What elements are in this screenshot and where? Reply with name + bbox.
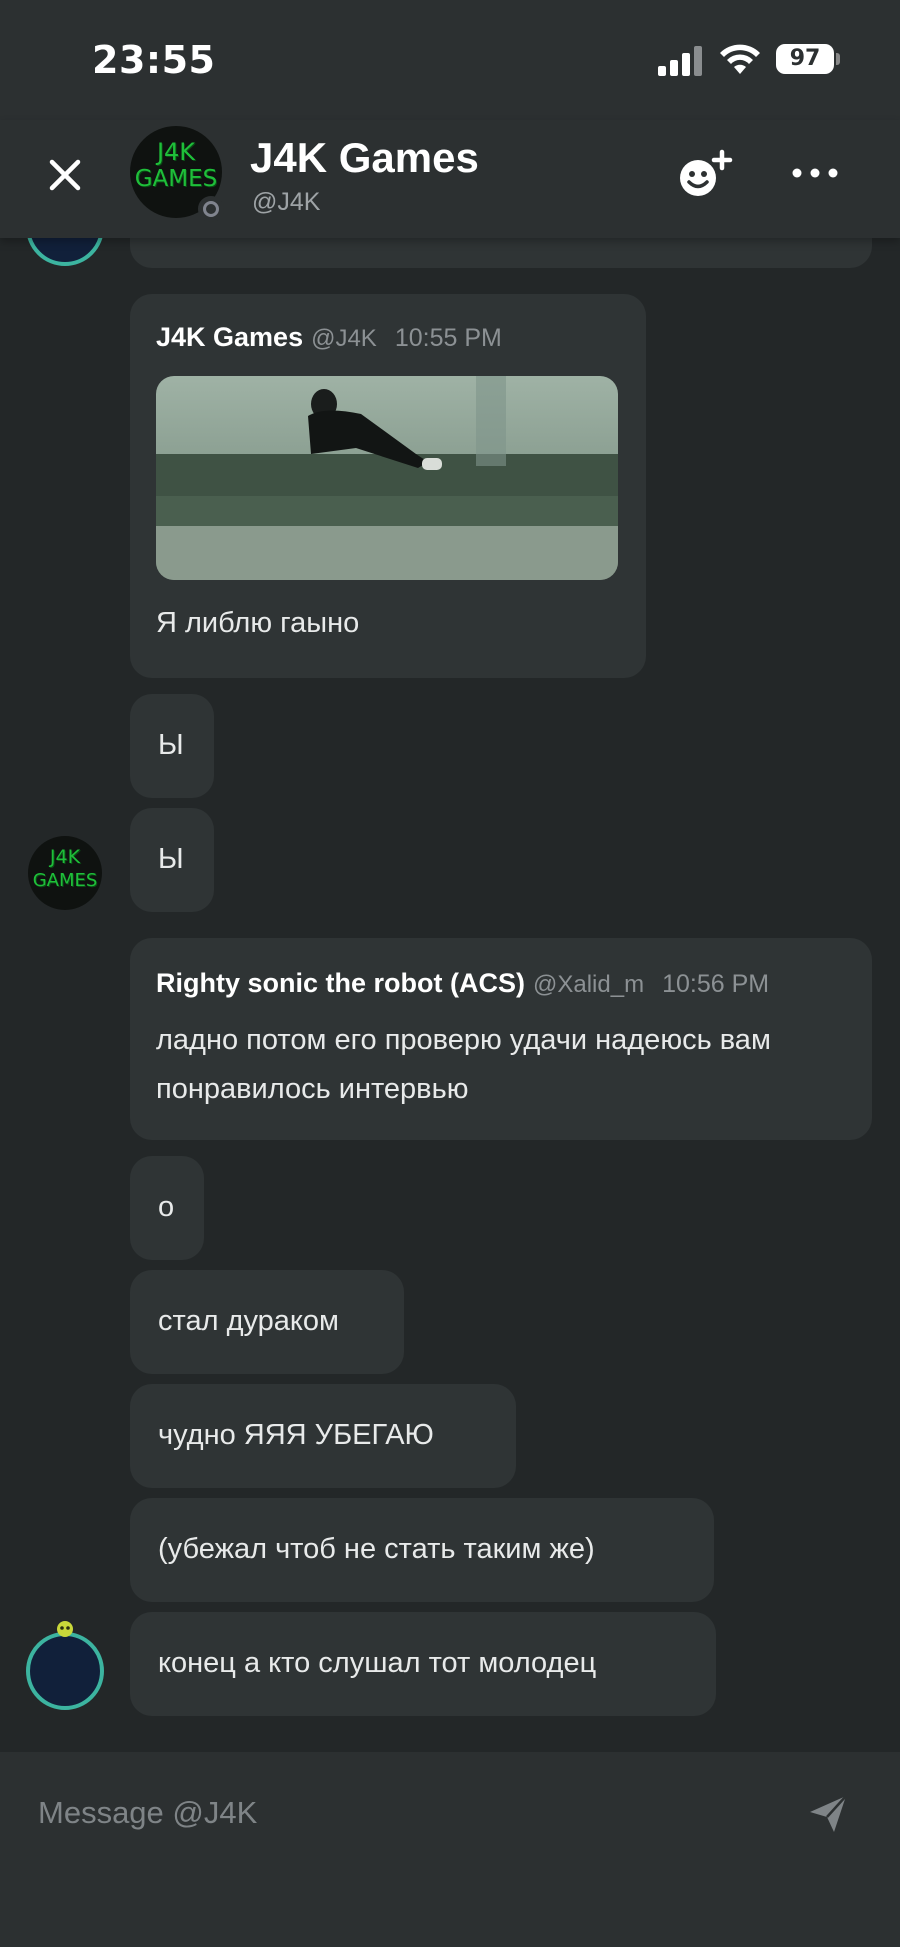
message-bubble[interactable]: о: [130, 1156, 204, 1260]
more-icon[interactable]: [790, 158, 840, 188]
message-bubble[interactable]: Righty sonic the robot (ACS) @Xalid_m 10:5…: [130, 938, 872, 1140]
avatar-label-line2: GAMES: [134, 166, 218, 192]
header-handle: @J4K: [252, 188, 321, 216]
message-input[interactable]: [38, 1788, 738, 1838]
avatar-label-line1: J4K: [49, 846, 81, 868]
offline-status-icon: [198, 196, 224, 222]
message-bubble[interactable]: конец а кто слушал тот молодец: [130, 1612, 716, 1716]
message-bubble[interactable]: чудно ЯЯЯ УБЕГАЮ: [130, 1384, 516, 1488]
message-meta: Righty sonic the robot (ACS) @Xalid_m 10:5…: [156, 968, 856, 999]
message-author[interactable]: J4K Games: [156, 322, 303, 352]
message-text: Ы: [158, 729, 184, 761]
message-bubble[interactable]: Ы: [130, 694, 214, 798]
message-meta: J4K Games @J4K 10:55 PM: [156, 322, 502, 353]
message-text: конец а кто слушал тот молодец: [158, 1647, 597, 1679]
avatar-label-line2: GAMES: [32, 870, 98, 891]
message-text: ладно потом его проверю удачи надеюсь ва…: [156, 1024, 771, 1105]
battery-tip: [836, 53, 840, 65]
message-text: Я либлю гаыно: [156, 607, 360, 639]
send-icon[interactable]: [806, 1792, 850, 1836]
message-bubble[interactable]: (убежал чтоб не стать таким же): [130, 1498, 714, 1602]
message-time: 10:55 PM: [394, 324, 502, 352]
j4k-avatar[interactable]: J4K GAMES: [28, 836, 102, 910]
message-bubble[interactable]: Ы: [130, 808, 214, 912]
user-avatar[interactable]: [26, 1621, 104, 1710]
message-text: о: [158, 1191, 175, 1223]
wifi-icon: [720, 44, 760, 74]
previous-message-bubble: [130, 238, 872, 268]
message-bubble[interactable]: стал дураком: [130, 1270, 404, 1374]
page-title[interactable]: J4K Games: [250, 134, 479, 182]
message-time: 10:56 PM: [662, 970, 770, 998]
attached-image[interactable]: [156, 376, 618, 580]
status-time: 23:55: [92, 38, 216, 82]
avatar-label-line1: J4K: [156, 138, 196, 166]
message-bubble[interactable]: J4K Games @J4K 10:55 PM Я либлю гаыно: [130, 294, 646, 678]
chat-header: J4K GAMES J4K Games @J4K: [0, 120, 900, 238]
message-author[interactable]: Righty sonic the robot (ACS): [156, 968, 525, 998]
message-list[interactable]: J4K Games @J4K 10:55 PM Я либлю гаыно Ы Ы: [0, 238, 900, 1752]
message-handle: @J4K: [311, 325, 377, 352]
message-composer: [0, 1752, 900, 1947]
status-bar: 23:55 97: [0, 0, 900, 120]
signal-icon: [658, 46, 704, 76]
message-text: стал дураком: [158, 1305, 339, 1337]
close-icon[interactable]: [40, 150, 90, 200]
avatar-decoration-icon: [57, 1621, 73, 1637]
battery-indicator: 97: [776, 44, 834, 74]
user-avatar[interactable]: [26, 238, 104, 266]
message-text: Ы: [158, 843, 184, 875]
message-text: чудно ЯЯЯ УБЕГАЮ: [158, 1419, 434, 1451]
add-friend-icon[interactable]: [676, 148, 736, 204]
message-handle: @Xalid_m: [532, 971, 645, 998]
message-text: (убежал чтоб не стать таким же): [158, 1533, 595, 1565]
